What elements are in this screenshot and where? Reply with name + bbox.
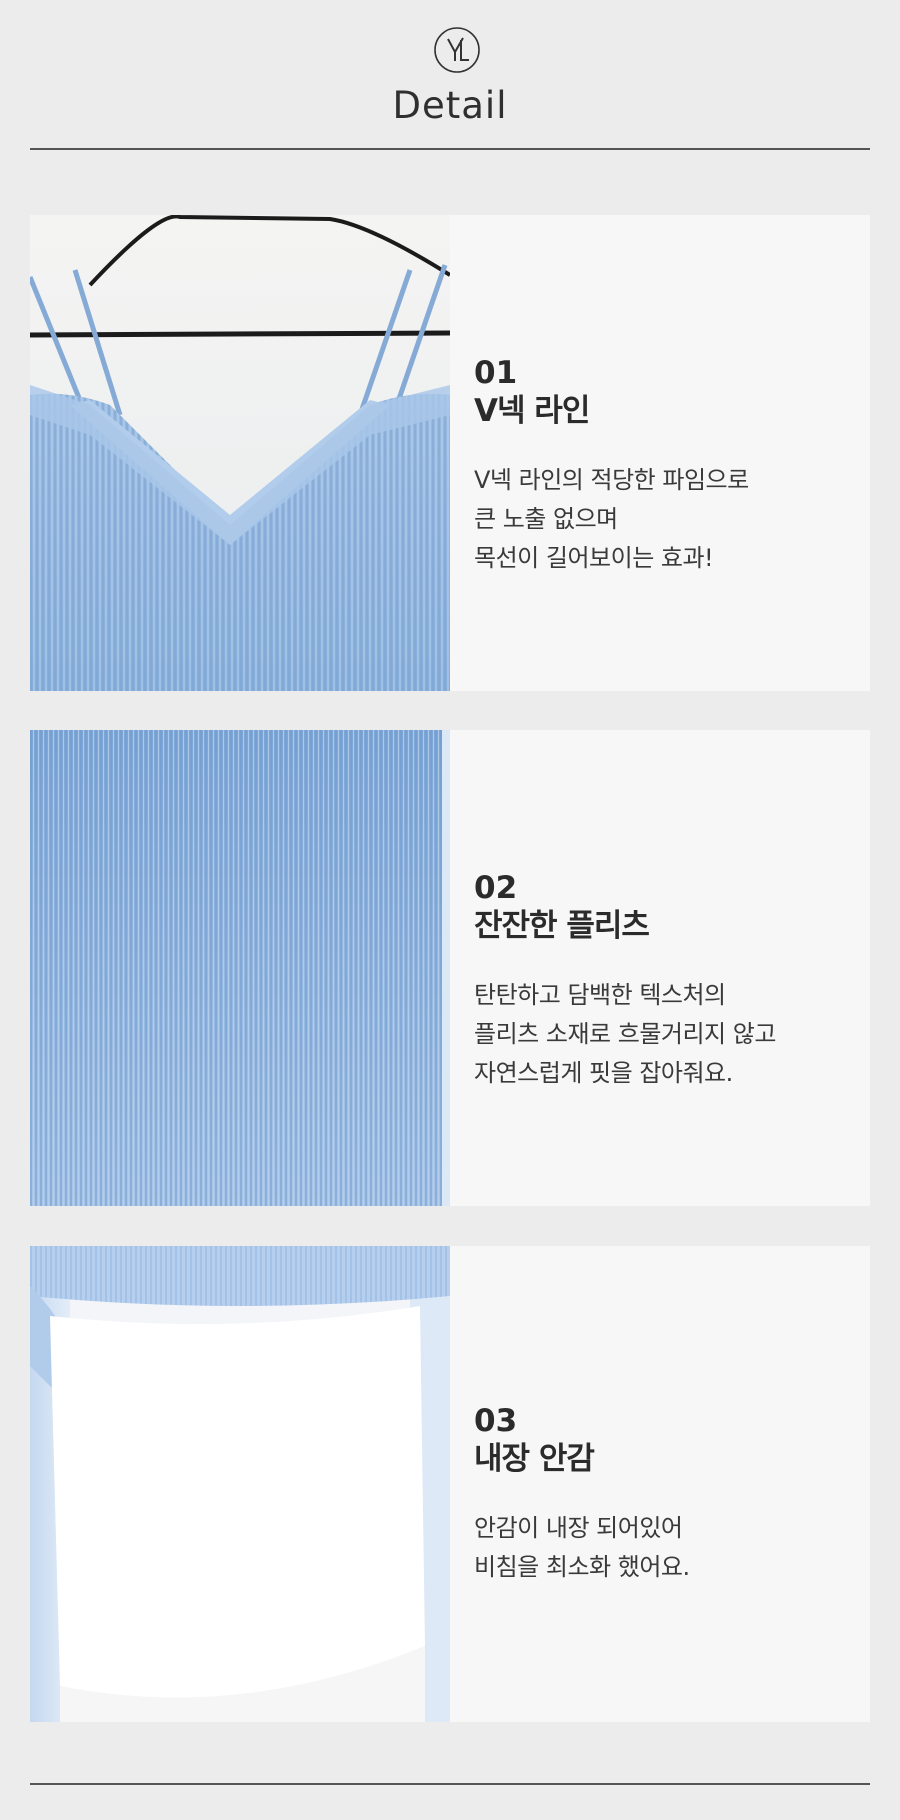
section-number: 03 bbox=[474, 1403, 518, 1440]
description-line: 목선이 길어보이는 효과! bbox=[474, 543, 714, 572]
section-heading: 내장 안감 bbox=[474, 1441, 595, 1478]
description-line: V넥 라인의 적당한 파임으로 bbox=[474, 465, 749, 494]
description-line: 큰 노출 없으며 bbox=[474, 504, 618, 533]
detail-section-neckline: 01 V넥 라인 V넥 라인의 적당한 파임으로 큰 노출 없으며 목선이 길어… bbox=[30, 215, 870, 691]
section-number: 02 bbox=[474, 869, 518, 906]
dress-neckline-photo bbox=[30, 215, 450, 691]
detail-section-lining: 03 내장 안감 안감이 내장 되어있어 비침을 최소화 했어요. bbox=[30, 1246, 870, 1722]
description-line: 플리츠 소재로 흐물거리지 않고 bbox=[474, 1019, 776, 1048]
detail-section-pleats: 02 잔잔한 플리츠 탄탄하고 담백한 텍스처의 플리츠 소재로 흐물거리지 않… bbox=[30, 730, 870, 1206]
section-heading: V넥 라인 bbox=[474, 392, 590, 429]
text-panel: 03 내장 안감 안감이 내장 되어있어 비침을 최소화 했어요. bbox=[450, 1246, 870, 1722]
pleats-texture-photo bbox=[30, 730, 450, 1206]
text-panel: 01 V넥 라인 V넥 라인의 적당한 파임으로 큰 노출 없으며 목선이 길어… bbox=[450, 215, 870, 691]
description-line: 탄탄하고 담백한 텍스처의 bbox=[474, 980, 726, 1009]
inner-lining-photo bbox=[30, 1246, 450, 1722]
page-header: Detail bbox=[0, 0, 900, 150]
top-divider bbox=[30, 148, 870, 150]
description-line: 안감이 내장 되어있어 bbox=[474, 1514, 683, 1543]
text-panel: 02 잔잔한 플리츠 탄탄하고 담백한 텍스처의 플리츠 소재로 흐물거리지 않… bbox=[450, 730, 870, 1206]
section-heading: 잔잔한 플리츠 bbox=[474, 907, 650, 944]
description-line: 자연스럽게 핏을 잡아줘요. bbox=[474, 1058, 733, 1087]
section-number: 01 bbox=[474, 354, 518, 391]
bottom-divider bbox=[30, 1783, 870, 1785]
page-title: Detail bbox=[392, 84, 508, 127]
description-line: 비침을 최소화 했어요. bbox=[474, 1553, 690, 1582]
monogram-logo-icon bbox=[434, 27, 480, 73]
